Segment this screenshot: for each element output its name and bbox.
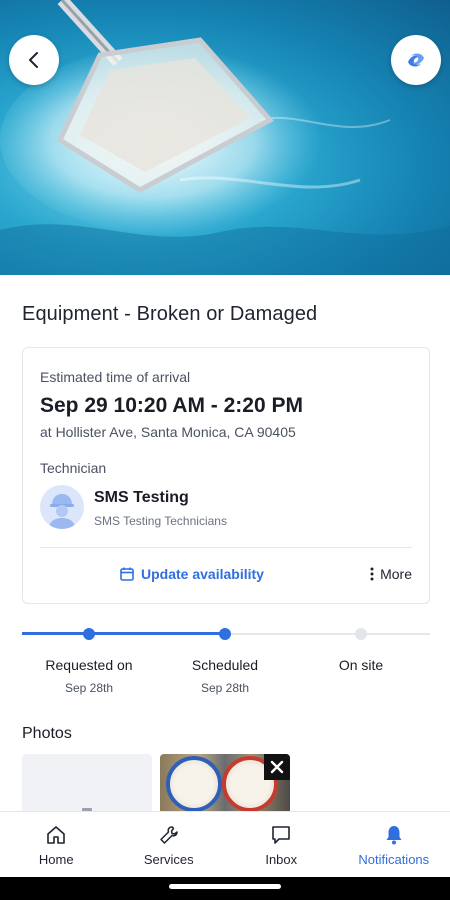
- tab-notifications-label: Notifications: [358, 852, 430, 867]
- more-label: More: [380, 566, 412, 582]
- photo-thumbnail[interactable]: [160, 754, 290, 814]
- calendar-icon: [120, 567, 134, 581]
- technician-name: SMS Testing: [94, 489, 189, 506]
- eta-label: Estimated time of arrival: [40, 369, 191, 385]
- chat-icon: [272, 826, 291, 844]
- tab-inbox[interactable]: Inbox: [225, 812, 338, 877]
- back-button[interactable]: [9, 35, 59, 85]
- add-photo-tile[interactable]: [22, 754, 152, 814]
- step-dot-onsite: [355, 628, 367, 640]
- eta-time: Sep 29 10:20 AM - 2:20 PM: [40, 394, 303, 417]
- technician-label: Technician: [40, 460, 107, 476]
- close-icon: [270, 760, 284, 774]
- tab-inbox-label: Inbox: [265, 852, 298, 867]
- step-label-requested: Requested on: [45, 657, 133, 673]
- technician-icon: [49, 494, 75, 529]
- remove-photo-button[interactable]: [264, 754, 290, 780]
- tab-home-label: Home: [38, 852, 74, 867]
- technician-avatar: [40, 485, 84, 529]
- page-title: Equipment - Broken or Damaged: [22, 303, 318, 325]
- photos-heading: Photos: [22, 725, 72, 742]
- swirl-logo-icon: [408, 53, 424, 67]
- update-availability-button[interactable]: Update availability: [119, 566, 264, 582]
- status-progress: Requested on Sep 28th Scheduled Sep 28th…: [22, 625, 430, 705]
- step-label-scheduled: Scheduled: [191, 657, 259, 673]
- pool-skimmer-illustration: [0, 0, 450, 275]
- wrench-icon: [160, 826, 178, 844]
- chevron-left-icon: [29, 52, 38, 68]
- bottom-tab-bar: Home Services Inbox Notifications: [0, 811, 450, 877]
- step-label-onsite: On site: [338, 657, 384, 673]
- add-photo-icon: [82, 808, 92, 814]
- card-divider: [40, 547, 412, 548]
- home-indicator[interactable]: [169, 884, 281, 889]
- more-vertical-icon: [370, 567, 374, 581]
- step-date-requested: Sep 28th: [64, 681, 114, 695]
- tab-home[interactable]: Home: [0, 812, 113, 877]
- eta-address: at Hollister Ave, Santa Monica, CA 90405: [40, 424, 296, 440]
- step-dot-requested: [83, 628, 95, 640]
- tab-services[interactable]: Services: [113, 812, 226, 877]
- update-availability-label: Update availability: [141, 566, 264, 582]
- more-button[interactable]: More: [370, 566, 412, 582]
- step-dot-scheduled: [219, 628, 231, 640]
- step-date-scheduled: Sep 28th: [200, 681, 250, 695]
- technician-team: SMS Testing Technicians: [94, 514, 227, 528]
- brand-action-button[interactable]: [391, 35, 441, 85]
- home-icon: [47, 826, 66, 844]
- tab-services-label: Services: [143, 852, 194, 867]
- appointment-card: Estimated time of arrival Sep 29 10:20 A…: [22, 347, 430, 604]
- pressure-gauge-left: [166, 756, 222, 812]
- bell-icon: [386, 826, 402, 845]
- hero-image: [0, 0, 450, 275]
- tab-notifications[interactable]: Notifications: [338, 812, 450, 877]
- progress-fill: [22, 632, 226, 635]
